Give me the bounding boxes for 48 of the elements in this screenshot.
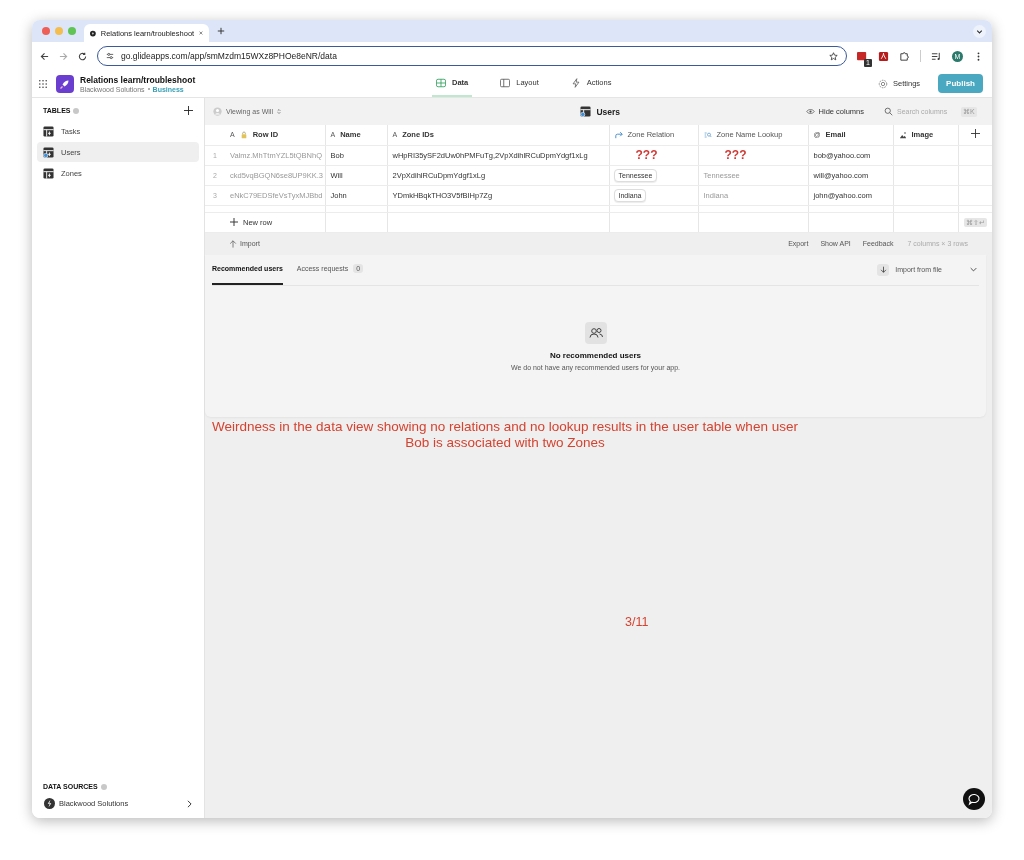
bolt-icon: [44, 798, 55, 809]
annotation-mark: ???: [609, 145, 698, 165]
download-icon: [877, 263, 890, 276]
table-icon: [580, 106, 592, 117]
back-icon[interactable]: [40, 51, 49, 61]
close-window-button[interactable]: [42, 27, 50, 35]
annotation-text: Weirdness in the data view showing no relations and no lookup results in the user table when user Bob is associated with two Zones: [211, 418, 799, 451]
url-text: go.glideapps.com/app/smMzdm15WXz8PHOe8eNR/data: [121, 51, 338, 61]
chat-icon[interactable]: [963, 788, 985, 810]
plus-icon: [230, 218, 238, 226]
puzzle-icon[interactable]: [899, 50, 910, 62]
new-tab-icon[interactable]: [217, 27, 225, 35]
add-column-icon[interactable]: [970, 129, 980, 139]
up-down-icon: [276, 108, 281, 115]
star-icon[interactable]: [829, 51, 838, 61]
info-icon: [100, 783, 107, 790]
chevron-down-icon[interactable]: [970, 267, 977, 272]
add-icon[interactable]: [184, 106, 193, 115]
settings-icon: [878, 78, 888, 89]
close-icon[interactable]: [199, 30, 203, 36]
playlist-icon[interactable]: [931, 50, 942, 62]
lightning-icon: [570, 77, 581, 88]
avatar-icon: [213, 107, 222, 116]
empty-state-title: No recommended users: [549, 350, 642, 360]
info-icon: [73, 107, 80, 114]
app-name: Relations learn/troubleshoot: [80, 74, 196, 85]
annotation-mark: ???: [698, 145, 808, 165]
rocket-icon: [56, 74, 74, 93]
image-icon: [898, 130, 907, 139]
table-title: Users: [596, 106, 621, 117]
bolt-icon: [90, 28, 96, 38]
users-icon: [584, 321, 607, 344]
extension-icon[interactable]: [857, 50, 868, 62]
reload-icon[interactable]: [78, 51, 87, 61]
relation-arrow-icon: [614, 130, 623, 139]
chevron-right-icon: [187, 799, 192, 808]
apps-grid-icon[interactable]: [39, 79, 47, 88]
arrow-up-icon: [229, 239, 237, 248]
table-icon: [436, 77, 446, 88]
site-settings-icon[interactable]: [106, 52, 114, 60]
search-icon: [884, 107, 893, 116]
lookup-icon: [703, 130, 712, 139]
layout-icon: [500, 77, 511, 88]
chevron-down-icon[interactable]: [973, 24, 986, 38]
page-number: 3/11: [625, 614, 650, 629]
lock-icon: [239, 130, 248, 139]
pdf-icon[interactable]: [878, 50, 889, 62]
eye-icon: [805, 107, 815, 116]
